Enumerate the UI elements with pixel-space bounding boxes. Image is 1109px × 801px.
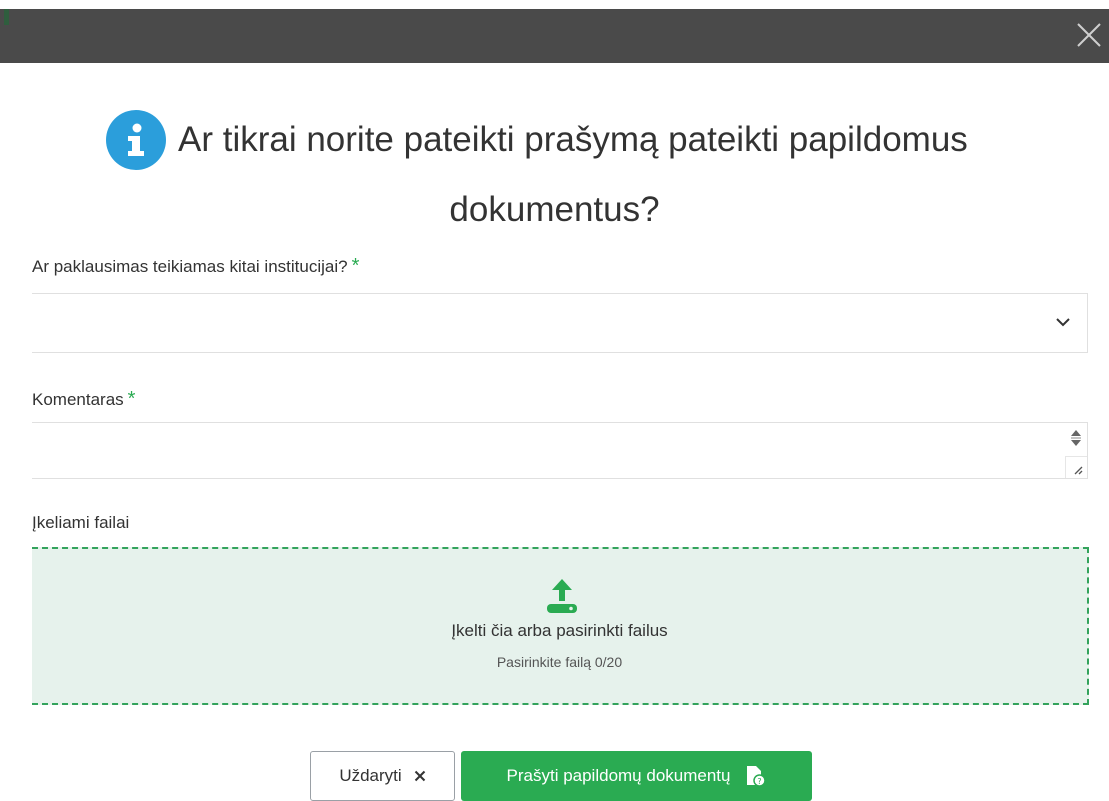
- dropzone-sub-text: Pasirinkite failą 0/20: [496, 654, 623, 670]
- institution-select[interactable]: [32, 293, 1088, 353]
- close-button[interactable]: Uždaryti: [310, 751, 455, 801]
- modal-header-bar: [0, 9, 1109, 63]
- close-icon: [414, 770, 425, 782]
- dialog-title-line1: Ar tikrai norite pateikti prašymą pateik…: [178, 120, 968, 159]
- required-mark: *: [127, 388, 136, 410]
- info-icon: [106, 110, 166, 170]
- upload-icon: [547, 579, 577, 613]
- request-documents-button-label: Prašyti papildomų dokumentų: [506, 766, 731, 785]
- question-label-text: Ar paklausimas teikiamas kitai instituci…: [32, 257, 348, 276]
- comment-label-text: Komentaras: [32, 390, 124, 409]
- header-accent: [4, 9, 9, 25]
- required-mark: *: [351, 255, 360, 277]
- document-question-icon: ?: [747, 766, 767, 787]
- dialog-title-line2: dokumentus?: [449, 190, 660, 229]
- question-label: Ar paklausimas teikiamas kitai instituci…: [32, 255, 359, 278]
- dropzone-main-text: Įkelti čia arba pasirinkti failus: [451, 621, 668, 640]
- resize-handle[interactable]: [1065, 456, 1087, 478]
- spinner-arrows-icon[interactable]: [1070, 429, 1082, 447]
- chevron-down-icon: [1056, 318, 1070, 327]
- comment-textarea[interactable]: [32, 422, 1088, 479]
- close-button-label: Uždaryti: [339, 766, 402, 785]
- comment-label: Komentaras *: [32, 388, 135, 411]
- file-dropzone[interactable]: Įkelti čia arba pasirinkti failus Pasiri…: [32, 547, 1089, 705]
- files-label: Įkeliami failai: [32, 513, 130, 532]
- svg-text:?: ?: [758, 777, 762, 786]
- request-documents-button[interactable]: Prašyti papildomų dokumentų ?: [461, 751, 812, 801]
- close-icon[interactable]: [1075, 21, 1103, 49]
